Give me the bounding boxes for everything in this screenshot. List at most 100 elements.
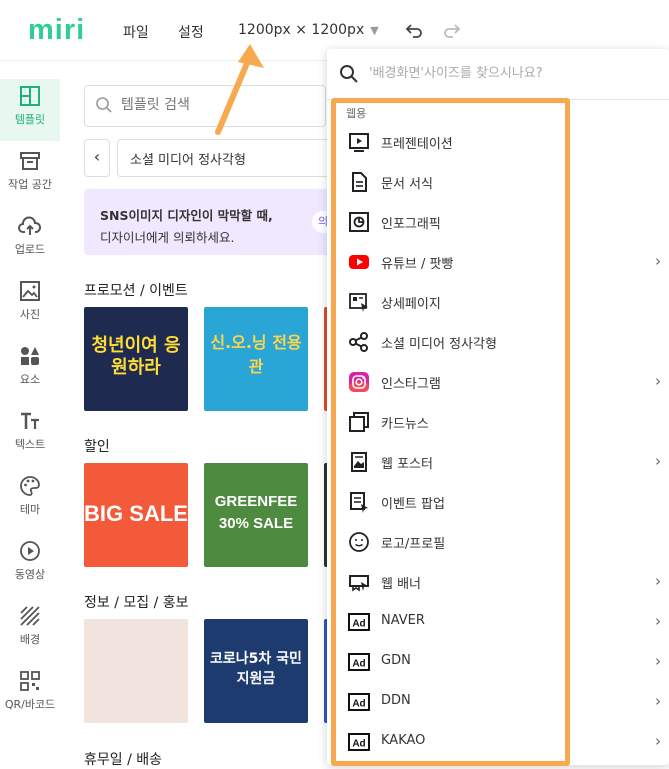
menu-item-infographic[interactable]: 인포그래픽: [327, 202, 669, 242]
instagram-icon: [349, 372, 369, 392]
menu-item-label: 인포그래픽: [381, 217, 441, 232]
sidebar-item-label: 배경: [19, 633, 41, 646]
sidebar-item-qr[interactable]: QR/바코드: [0, 664, 60, 726]
youtube-icon: [349, 255, 369, 269]
menu-item-web-banner[interactable]: 웹 배너 ›: [327, 562, 669, 602]
menu-item-label: 이벤트 팝업: [381, 497, 445, 512]
chevron-down-icon: ▼: [370, 24, 379, 37]
template-thumbnail[interactable]: [84, 619, 188, 723]
file-menu[interactable]: 파일: [123, 22, 149, 42]
back-button[interactable]: ‹: [84, 139, 110, 177]
play-circle-icon: [20, 541, 40, 561]
section-title: 정보 / 모집 / 홍보: [84, 595, 189, 611]
undo-icon[interactable]: [402, 18, 426, 42]
template-search-input[interactable]: [119, 96, 313, 114]
menu-item-ddn[interactable]: Ad DDN ›: [327, 682, 669, 722]
chevron-right-icon: ›: [655, 732, 661, 750]
settings-menu[interactable]: 설정: [178, 22, 204, 42]
canvas-size-label: 1200px × 1200px: [238, 22, 365, 38]
template-thumbnail[interactable]: 코로나5차 국민지원금: [204, 619, 308, 723]
menu-item-instagram[interactable]: 인스타그램 ›: [327, 362, 669, 402]
svg-text:Ad: Ad: [352, 699, 365, 710]
group-label: 웹용: [346, 107, 367, 120]
chevron-right-icon: ›: [655, 612, 661, 630]
sidebar-item-workspace[interactable]: 작업 공간: [0, 144, 60, 206]
template-search[interactable]: [84, 85, 326, 127]
card-news-icon: [349, 412, 369, 432]
menu-item-naver[interactable]: Ad NAVER ›: [327, 602, 669, 642]
canvas-size-dropdown[interactable]: 1200px × 1200px ▼: [238, 22, 379, 38]
banner-icon: [349, 575, 369, 592]
pattern-icon: [20, 606, 40, 626]
menu-item-document[interactable]: 문서 서식: [327, 162, 669, 202]
category-select[interactable]: 소셜 미디어 정사각형: [117, 139, 339, 177]
chevron-right-icon: ›: [655, 692, 661, 710]
menu-item-event-popup[interactable]: 이벤트 팝업: [327, 482, 669, 522]
chevron-right-icon: ›: [655, 372, 661, 390]
presentation-icon: [349, 133, 369, 152]
ad-icon: Ad: [348, 653, 370, 671]
template-icon: [20, 86, 40, 106]
sidebar-item-upload[interactable]: 업로드: [0, 209, 60, 271]
section-title: 프로모션 / 이벤트: [84, 283, 188, 299]
sidebar-item-label: 테마: [19, 503, 41, 516]
menu-item-label: KAKAO: [381, 733, 426, 748]
menu-item-kakao[interactable]: Ad KAKAO ›: [327, 722, 669, 762]
sidebar-item-label: 작업 공간: [8, 178, 52, 191]
sidebar-item-template[interactable]: 템플릿: [0, 79, 60, 141]
ad-icon: Ad: [348, 733, 370, 751]
menu-item-social-square[interactable]: 소셜 미디어 정사각형: [327, 322, 669, 362]
menu-item-card-news[interactable]: 카드뉴스: [327, 402, 669, 442]
app-logo[interactable]: miri: [28, 14, 85, 47]
sidebar-item-video[interactable]: 동영상: [0, 534, 60, 596]
ad-icon: Ad: [348, 613, 370, 631]
chevron-right-icon: ›: [655, 652, 661, 670]
sidebar-item-text[interactable]: 텍스트: [0, 404, 60, 466]
size-search-input[interactable]: [367, 65, 651, 82]
menu-item-gdn[interactable]: Ad GDN ›: [327, 642, 669, 682]
popup-icon: [350, 492, 368, 513]
svg-text:Ad: Ad: [352, 619, 365, 630]
sidebar-item-elements[interactable]: 요소: [0, 339, 60, 401]
search-icon: [340, 65, 358, 83]
canvas-size-menu: 웹용 프레젠테이션 문서 서식 인포그래픽 유튜브 / 팟빵 › 상세페이지 소…: [327, 49, 669, 765]
menu-item-presentation[interactable]: 프레젠테이션: [327, 122, 669, 162]
image-icon: [20, 281, 40, 301]
palette-icon: [20, 476, 40, 496]
sidebar-item-photo[interactable]: 사진: [0, 274, 60, 336]
menu-item-logo-profile[interactable]: 로고/프로필: [327, 522, 669, 562]
chevron-right-icon: ›: [655, 452, 661, 470]
thumbnail-text: 신.오.닝 전용관: [210, 333, 302, 376]
menu-item-label: GDN: [381, 653, 411, 668]
menu-item-label: 인스타그램: [381, 377, 441, 392]
menu-item-label: 상세페이지: [381, 297, 441, 312]
menu-item-label: 프레젠테이션: [381, 137, 453, 152]
text-icon: [21, 412, 39, 429]
menu-item-web-poster[interactable]: 웹 포스터 ›: [327, 442, 669, 482]
template-thumbnail[interactable]: BIG SALE: [84, 463, 188, 567]
menu-item-detail-page[interactable]: 상세페이지: [327, 282, 669, 322]
designer-request-banner[interactable]: SNS이미지 디자인이 막막할 때, 디자이너에게 의뢰하세요. 의: [84, 189, 358, 255]
thumbnail-text: 코로나5차 국민지원금: [210, 651, 302, 687]
menu-item-label: 카드뉴스: [381, 417, 429, 432]
section-title: 휴무일 / 배송: [84, 752, 163, 768]
chevron-left-icon: ‹: [93, 147, 101, 166]
template-thumbnail[interactable]: 신.오.닝 전용관: [204, 307, 308, 411]
infographic-icon: [349, 212, 369, 232]
sidebar-item-label: QR/바코드: [4, 698, 56, 711]
archive-icon: [20, 152, 40, 170]
cloud-upload-icon: [18, 216, 42, 235]
sidebar-item-background[interactable]: 배경: [0, 599, 60, 661]
redo-icon[interactable]: [440, 18, 464, 42]
thumbnail-text: BIG SALE: [84, 501, 188, 526]
menu-item-youtube[interactable]: 유튜브 / 팟빵 ›: [327, 242, 669, 282]
sidebar-item-label: 사진: [19, 308, 41, 321]
template-thumbnail[interactable]: GREENFEE 30% SALE: [204, 463, 308, 567]
sidebar: 템플릿 작업 공간 업로드 사진 요소 텍스트 테마 동영상 배경 QR/바코드: [0, 61, 61, 765]
size-search[interactable]: [327, 49, 669, 100]
document-icon: [352, 172, 367, 192]
thumbnail-text: GREENFEE 30% SALE: [214, 493, 298, 532]
chevron-right-icon: ›: [655, 252, 661, 270]
sidebar-item-theme[interactable]: 테마: [0, 469, 60, 531]
template-thumbnail[interactable]: 청년이여 응원하라: [84, 307, 188, 411]
